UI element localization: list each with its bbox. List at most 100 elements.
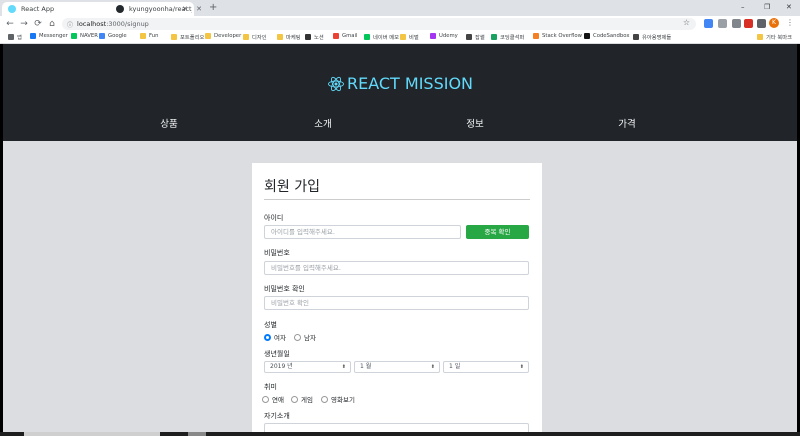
new-tab-button[interactable]: + [209,3,217,13]
divider [264,199,530,200]
checkbox-icon [321,395,328,403]
stackoverflow-icon [533,33,539,39]
birth-month-select[interactable]: 1 월 ⬍ [354,361,440,373]
profile-avatar[interactable]: K [769,18,779,28]
code-icon [491,34,497,40]
bookmark-18[interactable]: 유아용명제들 [633,33,671,41]
select-value: 1 일 [449,363,461,370]
nav-item-info[interactable]: 정보 [466,116,483,130]
checkbox-label: 게임 [301,396,313,404]
close-icon[interactable]: ✕ [196,5,202,13]
bookmark-15[interactable]: 코딩클석퍼 [491,33,524,41]
camera-extension-icon[interactable] [718,19,727,28]
bookmark-13[interactable]: Udemy [430,33,458,39]
puzzle-extension-icon[interactable] [757,19,766,28]
folder-icon [757,34,763,40]
site-header: REACT MISSION 상품 소개 정보 가격 [3,44,797,141]
tab-strip: React App ✕ kyungyoonha/react_mission5 ✕… [0,0,800,16]
maximize-icon[interactable]: ❐ [764,3,770,11]
minimize-icon[interactable]: – [741,3,745,11]
nav-item-products[interactable]: 상품 [160,116,177,130]
id-input[interactable]: 아이디를 입력해주세요. [264,225,461,239]
home-icon[interactable]: ⌂ [45,19,59,29]
reload-icon[interactable]: ⟳ [31,19,45,29]
folder-icon [140,33,146,39]
bookmark-label: Gmail [342,33,358,39]
pdf-extension-icon[interactable] [744,19,753,28]
taskbar-window[interactable] [188,432,206,436]
bookmark-3[interactable]: Google [99,33,127,39]
brand-logo[interactable]: REACT MISSION [3,74,797,93]
bookmark-8[interactable]: 마케팅 [277,33,301,41]
extension-icon[interactable] [732,19,741,28]
bookmark-label: Google [108,33,127,39]
bookmark-14[interactable]: 잡썰 [466,33,485,41]
select-value: 1 월 [360,363,372,370]
bookmark-16[interactable]: Stack Overflow [533,33,582,39]
bookmark-5[interactable]: 포트폴리오 [171,33,204,41]
url-path: :3000/signup [106,20,149,28]
info-icon[interactable]: ⓘ [67,20,73,29]
bookmark-0[interactable]: 앱 [8,33,22,41]
bookmark-7[interactable]: 디자인 [243,33,267,41]
folder-icon [400,34,406,40]
duplicate-check-button[interactable]: 중복 확인 [466,225,529,239]
window-close-icon[interactable]: ✕ [786,3,792,11]
checkbox-icon [262,395,269,403]
bookmark-star-icon[interactable]: ☆ [683,18,690,27]
hobby-romance-checkbox[interactable]: 연애 [262,394,284,404]
bookmark-1[interactable]: Messenger [30,33,68,39]
back-icon[interactable]: ← [3,19,17,29]
bookmark-6[interactable]: Developer [205,33,241,39]
folder-icon [205,33,211,39]
nav-item-pricing[interactable]: 가격 [618,116,635,130]
select-caret-icon: ⬍ [341,364,346,370]
hobby-game-checkbox[interactable]: 게임 [291,394,313,404]
birth-day-select[interactable]: 1 일 ⬍ [443,361,529,373]
password-input[interactable]: 비밀번호를 입력해주세요. [264,261,529,275]
bookmark-12[interactable]: 비벌 [400,33,419,41]
folder-icon [171,34,177,40]
password-confirm-input[interactable]: 비밀번호 확인 [264,296,529,310]
bookmark-4[interactable]: Fun [140,33,158,39]
address-bar[interactable]: ⓘ localhost:3000/signup ☆ [62,18,696,30]
bookmark-label: 코딩클석퍼 [500,35,525,41]
birth-year-select[interactable]: 2019 년 ⬍ [264,361,351,373]
bookmark-label: 디자인 [252,35,267,41]
checkbox-label: 연애 [272,396,284,404]
bookmark-10[interactable]: Gmail [333,33,357,39]
radio-label: 여자 [274,334,286,342]
bookmark-label: Developer [214,33,242,39]
bookmark-label: 기타 북마크 [766,35,793,41]
menu-kebab-icon[interactable]: ⋮ [786,18,794,27]
bookmark-label: 유아용명제들 [642,35,672,41]
notion-icon [305,34,311,40]
codesandbox-icon [584,33,590,39]
apps-icon [8,34,14,40]
translate-extension-icon[interactable] [704,19,713,28]
bookmark-2[interactable]: NAVER [71,33,98,39]
radio-unchecked-icon [294,333,301,341]
bookmark-17[interactable]: CodeSandbox [584,33,629,39]
bookmark-label: Fun [149,33,159,39]
folder-icon [243,34,249,40]
bookmark-9[interactable]: 노션 [305,33,324,41]
bookmark-label: 포트폴리오 [180,35,205,41]
tab-title: kyungyoonha/react_mission5 [129,5,192,13]
bookmarks-bar: 앱 Messenger NAVER Google Fun 포트폴리오 Developer 디자… [0,32,800,44]
bookmark-label: 앱 [17,35,22,41]
bookmark-11[interactable]: 네이버 메모 [364,33,399,41]
gender-male-radio[interactable]: 남자 [294,332,316,342]
bookmark-19[interactable]: 기타 북마크 [757,33,792,41]
tab-github[interactable]: kyungyoonha/react_mission5 ✕ [110,2,208,16]
hobby-label: 취미 [264,383,277,391]
gender-female-radio[interactable]: 여자 [264,332,286,342]
react-logo-icon [328,76,344,92]
folder-icon [277,34,283,40]
hobby-movie-checkbox[interactable]: 영화보기 [321,394,355,404]
page-title: 회원 가입 [264,179,320,195]
forward-icon[interactable]: → [17,19,31,29]
nav-item-about[interactable]: 소개 [314,116,331,130]
taskbar-window[interactable] [24,432,160,436]
bookmark-label: Stack Overflow [542,33,582,39]
